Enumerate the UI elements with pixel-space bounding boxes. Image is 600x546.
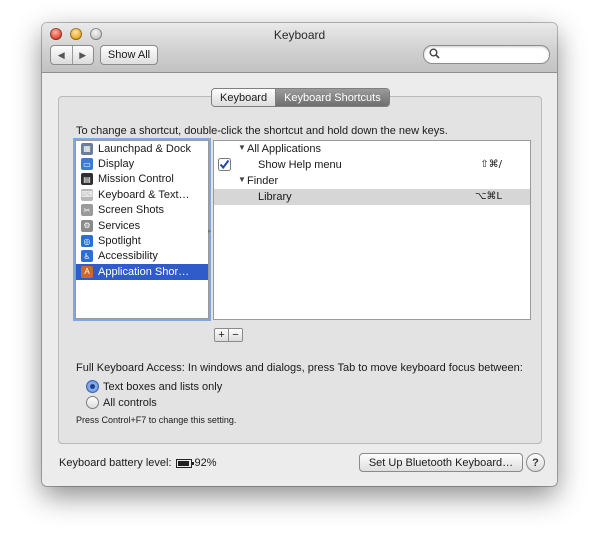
shortcut-row-show-help-menu[interactable]: Show Help menu ⇧⌘/ bbox=[214, 157, 530, 173]
full-keyboard-access-label: Full Keyboard Access: In windows and dia… bbox=[76, 362, 523, 374]
category-item[interactable]: ▦ Launchpad & Dock bbox=[76, 141, 208, 156]
back-arrow-icon: ◀ bbox=[57, 49, 65, 60]
category-label: Services bbox=[98, 219, 141, 232]
shortcut-label: Library bbox=[258, 191, 292, 203]
app-shortcuts-icon: A bbox=[81, 265, 93, 278]
category-item[interactable]: A Application Shor… bbox=[76, 264, 208, 280]
battery-label: Keyboard battery level: bbox=[59, 457, 172, 469]
tab-bar: Keyboard Keyboard Shortcuts bbox=[211, 88, 390, 107]
forward-button[interactable]: ▶ bbox=[71, 46, 94, 64]
category-item[interactable]: ⚙ Services bbox=[76, 218, 208, 233]
mission-control-icon: ▤ bbox=[81, 173, 93, 186]
remove-shortcut-button[interactable]: − bbox=[228, 329, 242, 341]
shortcut-list[interactable]: ▼ All Applications Show Help menu ⇧⌘/ ▼ … bbox=[213, 140, 531, 320]
shortcut-keys[interactable]: ⇧⌘/ bbox=[480, 159, 502, 170]
radio-all-controls[interactable]: All controls bbox=[86, 396, 157, 409]
group-row-finder[interactable]: ▼ Finder bbox=[214, 173, 530, 189]
category-label: Launchpad & Dock bbox=[98, 142, 191, 155]
hint-text: Press Control+F7 to change this setting. bbox=[76, 415, 237, 425]
shortcut-row-library[interactable]: Library ⌥⌘L bbox=[214, 189, 530, 205]
window-title: Keyboard bbox=[273, 28, 326, 42]
tab-keyboard-shortcuts[interactable]: Keyboard Shortcuts bbox=[275, 89, 389, 106]
keyboard-icon: ⌨ bbox=[81, 188, 93, 201]
instruction-text: To change a shortcut, double-click the s… bbox=[76, 125, 448, 137]
back-forward-control: ◀ ▶ bbox=[50, 45, 94, 65]
splitter-handle[interactable]: ▸ bbox=[208, 227, 212, 235]
shortcut-label: Show Help menu bbox=[258, 159, 342, 171]
battery-icon bbox=[175, 458, 194, 468]
title-bar: Keyboard ◀ ▶ Show All bbox=[42, 23, 557, 73]
category-label: Display bbox=[98, 158, 135, 171]
radio-selected-icon[interactable] bbox=[86, 380, 99, 393]
screenshot-icon: ✂ bbox=[81, 204, 93, 217]
category-label: Screen Shots bbox=[98, 204, 165, 217]
radio-label: All controls bbox=[103, 396, 157, 409]
category-label: Mission Control bbox=[98, 173, 174, 186]
category-list[interactable]: ▦ Launchpad & Dock ▭ Display ▤ Mission Contro… bbox=[75, 140, 209, 319]
tab-keyboard[interactable]: Keyboard bbox=[212, 89, 276, 106]
spotlight-icon: ◎ bbox=[81, 235, 93, 248]
radio-unselected-icon[interactable] bbox=[86, 396, 99, 409]
launchpad-icon: ▦ bbox=[81, 142, 93, 155]
category-item[interactable]: ▤ Mission Control bbox=[76, 172, 208, 187]
back-button[interactable]: ◀ bbox=[51, 46, 72, 64]
category-label: Spotlight bbox=[98, 235, 141, 248]
set-up-bluetooth-keyboard-button[interactable]: Set Up Bluetooth Keyboard… bbox=[359, 453, 523, 472]
gear-icon: ⚙ bbox=[81, 219, 93, 232]
category-label: Accessibility bbox=[98, 250, 158, 263]
accessibility-icon: ♿ bbox=[81, 250, 93, 263]
category-label: Keyboard & Text… bbox=[98, 188, 190, 201]
radio-text-boxes-and-lists[interactable]: Text boxes and lists only bbox=[86, 380, 222, 393]
search-field[interactable] bbox=[423, 45, 550, 64]
list-edit-controls: + − bbox=[214, 328, 243, 342]
keyboard-preferences-window: Keyboard ◀ ▶ Show All Keyboard Keyboard … bbox=[42, 23, 557, 486]
show-all-button[interactable]: Show All bbox=[100, 45, 158, 65]
display-icon: ▭ bbox=[81, 158, 93, 171]
category-item[interactable]: ♿ Accessibility bbox=[76, 249, 208, 264]
disclosure-triangle-icon[interactable]: ▼ bbox=[238, 143, 246, 152]
category-item[interactable]: ▭ Display bbox=[76, 156, 208, 171]
group-label: All Applications bbox=[247, 143, 321, 155]
add-shortcut-button[interactable]: + bbox=[215, 329, 228, 341]
disclosure-triangle-icon[interactable]: ▼ bbox=[238, 175, 246, 184]
category-item[interactable]: ◎ Spotlight bbox=[76, 233, 208, 248]
category-item[interactable]: ⌨ Keyboard & Text… bbox=[76, 187, 208, 202]
shortcut-keys[interactable]: ⌥⌘L bbox=[475, 191, 502, 202]
battery-value: 92% bbox=[194, 457, 217, 469]
group-row-all-applications[interactable]: ▼ All Applications bbox=[214, 141, 530, 157]
group-label: Finder bbox=[247, 175, 279, 187]
checkbox-checked[interactable] bbox=[218, 158, 231, 171]
help-button[interactable]: ? bbox=[526, 453, 545, 472]
category-label: Application Shor… bbox=[98, 265, 190, 278]
magnifier-icon bbox=[429, 48, 440, 59]
battery-status: Keyboard battery level: 92% bbox=[59, 457, 217, 469]
radio-label: Text boxes and lists only bbox=[103, 380, 223, 393]
category-item[interactable]: ✂ Screen Shots bbox=[76, 203, 208, 218]
forward-arrow-icon: ▶ bbox=[79, 49, 87, 60]
